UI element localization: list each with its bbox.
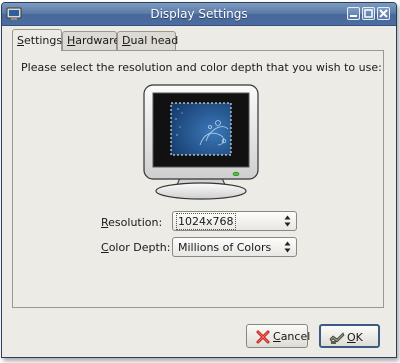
cancel-x-icon (256, 330, 270, 344)
ok-button[interactable]: OK (319, 324, 380, 348)
color-depth-label: Color Depth: (101, 241, 171, 254)
cancel-label: Cancel (273, 330, 311, 343)
window-title: Display Settings (150, 7, 248, 21)
minimize-icon (350, 15, 357, 17)
minimize-button[interactable] (347, 7, 360, 20)
close-icon (379, 9, 388, 18)
tab-settings[interactable]: Settings (12, 29, 62, 51)
display-settings-window: Display Settings Settings Hardware Dual … (1, 2, 397, 358)
tab-settings-label: Settings (17, 34, 63, 47)
tab-hardware[interactable]: Hardware (62, 31, 121, 50)
resolution-label: Resolution: (101, 216, 163, 229)
cancel-button[interactable]: Cancel (246, 324, 311, 348)
settings-panel: Please select the resolution and color d… (12, 50, 384, 308)
combo-arrows-icon (284, 215, 291, 227)
resolution-combo[interactable]: 1024x768 (172, 211, 297, 231)
instruction-text: Please select the resolution and color d… (21, 61, 382, 74)
tab-dual-head-label: Dual head (122, 34, 179, 47)
titlebar[interactable]: Display Settings (2, 3, 396, 26)
combo-arrows-icon (284, 241, 291, 253)
color-depth-combo[interactable]: Millions of Colors (172, 237, 297, 257)
ok-check-icon (329, 332, 345, 344)
monitor-preview-image (143, 84, 259, 200)
tab-dual-head[interactable]: Dual head (117, 31, 179, 50)
power-led-icon (232, 171, 240, 177)
close-window-button[interactable] (377, 7, 390, 20)
color-depth-value: Millions of Colors (178, 241, 272, 254)
maximize-icon (364, 9, 373, 18)
tab-hardware-label: Hardware (67, 34, 121, 47)
screen-area (171, 103, 231, 155)
ok-label: OK (347, 331, 363, 344)
maximize-button[interactable] (362, 7, 375, 20)
resolution-value: 1024x768 (176, 213, 236, 230)
